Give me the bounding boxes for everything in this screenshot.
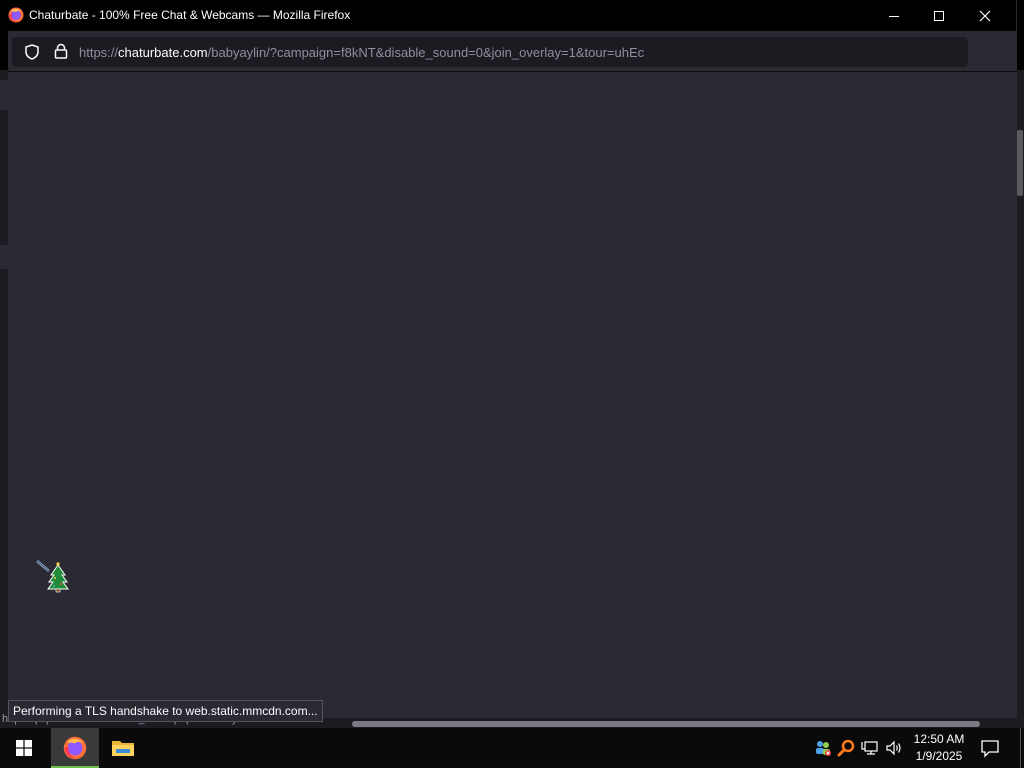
taskbar-file-explorer[interactable]: [99, 728, 147, 768]
maximize-icon: [934, 10, 944, 21]
firefox-logo-icon: [8, 7, 24, 23]
close-icon: [979, 10, 991, 21]
title-bar[interactable]: Chaturbate - 100% Free Chat & Webcams — …: [0, 0, 1016, 31]
lock-icon[interactable]: [54, 43, 68, 59]
tracking-protection-shield-icon[interactable]: [24, 44, 40, 60]
background-scrollbar-track: [1016, 110, 1024, 718]
taskbar: 12:50 AM 1/9/2025: [0, 728, 1024, 768]
url-host: chaturbate.com: [118, 45, 208, 60]
taskbar-clock[interactable]: 12:50 AM 1/9/2025: [906, 731, 972, 765]
navigation-toolbar: https://chaturbate.com/babyaylin/?campai…: [8, 31, 1017, 72]
window-title: Chaturbate - 100% Free Chat & Webcams — …: [29, 8, 351, 22]
url-prefix: https://: [79, 45, 119, 60]
folder-icon: [112, 741, 134, 756]
close-button[interactable]: [962, 0, 1008, 31]
status-panel: Performing a TLS handshake to web.static…: [8, 700, 323, 722]
minimize-button[interactable]: [871, 0, 917, 31]
clock-date: 1/9/2025: [915, 749, 963, 763]
url-bar[interactable]: https://chaturbate.com/babyaylin/?campai…: [12, 37, 968, 67]
taskbar-firefox[interactable]: [51, 728, 99, 768]
start-button[interactable]: [0, 728, 48, 768]
minimize-icon: [889, 15, 899, 17]
url-text[interactable]: https://chaturbate.com/babyaylin/?campai…: [79, 45, 644, 60]
volume-icon[interactable]: [885, 739, 903, 757]
maximize-button[interactable]: [916, 0, 962, 31]
mouse-cursor-icon: [36, 560, 69, 593]
firefox-window: https://chaturbate.com/babyaylin/?campai…: [8, 0, 1017, 718]
horizontal-scrollbar[interactable]: [352, 721, 980, 727]
network-icon[interactable]: [861, 739, 879, 757]
search-magnifier-icon[interactable]: [837, 739, 855, 757]
clock-time: 12:50 AM: [913, 732, 965, 746]
url-path: /babyaylin/?campaign=f8kNT&disable_sound…: [207, 45, 645, 60]
background-strip: [0, 80, 8, 110]
page-content[interactable]: [8, 72, 1017, 718]
windows-logo-icon: [16, 740, 32, 756]
background-scrollbar-thumb[interactable]: [1017, 130, 1023, 196]
firefox-icon: [63, 736, 87, 760]
network-people-icon[interactable]: [814, 739, 832, 757]
background-strip: [0, 245, 8, 269]
action-center-icon[interactable]: [980, 738, 1000, 758]
show-desktop-button[interactable]: [1020, 728, 1024, 768]
